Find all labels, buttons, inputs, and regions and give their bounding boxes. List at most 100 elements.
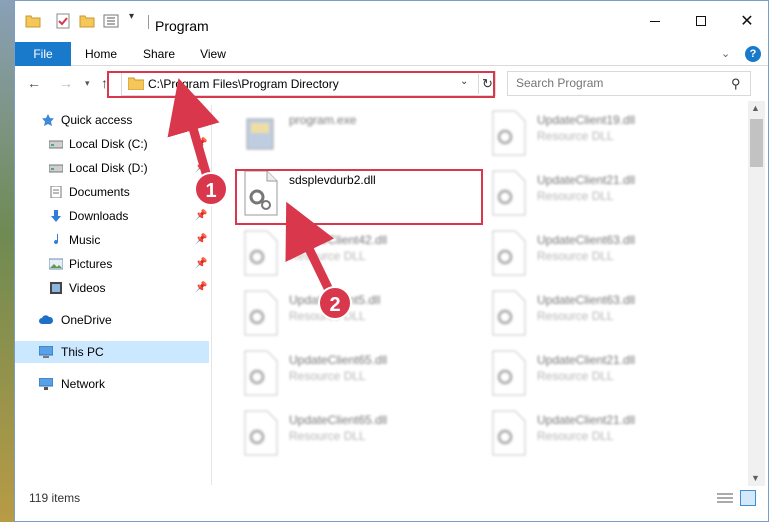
file-tile-updateclient21-dll-2[interactable]: UpdateClient21.dll Resource DLL	[483, 345, 723, 401]
file-tile-updateclient21-dll[interactable]: UpdateClient21.dll Resource DLL	[483, 165, 723, 221]
minimize-icon	[650, 20, 660, 22]
exe-file-icon	[246, 118, 274, 150]
address-bar-highlight	[107, 71, 495, 98]
title-separator	[148, 15, 149, 29]
sidebar-item-label: Pictures	[69, 257, 113, 271]
file-name: UpdateClient42.dll	[289, 233, 388, 247]
large-icons-view-icon[interactable]	[740, 490, 756, 506]
sidebar-item-documents[interactable]: Documents 📌	[15, 181, 209, 203]
dll-file-icon	[492, 230, 526, 276]
folder-icon[interactable]	[25, 13, 41, 29]
sidebar-item-label: OneDrive	[61, 313, 112, 327]
dll-file-icon	[244, 230, 278, 276]
close-icon: ✕	[740, 13, 754, 30]
search-box[interactable]: ⚲	[507, 71, 751, 96]
sidebar-item-onedrive[interactable]: OneDrive	[15, 309, 209, 331]
vertical-scrollbar[interactable]: ▲ ▼	[748, 101, 765, 486]
tab-view[interactable]: View	[191, 42, 235, 66]
file-tile-updateclient19-dll[interactable]: UpdateClient19.dll Resource DLL	[483, 105, 723, 161]
file-name: program.exe	[289, 113, 357, 127]
dll-file-icon	[492, 410, 526, 456]
scroll-down-icon[interactable]: ▼	[751, 473, 760, 483]
sidebar-item-label: Music	[69, 233, 101, 247]
properties-check-icon[interactable]	[55, 13, 71, 29]
file-tile-updateclient65-dll-2[interactable]: UpdateClient65.dll Resource DLL	[235, 405, 475, 461]
download-icon	[51, 210, 61, 222]
file-name: UpdateClient21.dll	[537, 173, 636, 187]
dll-file-icon	[244, 290, 278, 336]
sidebar-item-this-pc[interactable]: This PC	[15, 341, 209, 363]
computer-icon	[39, 346, 53, 358]
file-tile-updateclient63-dll[interactable]: UpdateClient63.dll Resource DLL	[483, 225, 723, 281]
file-description: Resource DLL	[289, 369, 366, 383]
file-description: Resource DLL	[537, 429, 614, 443]
file-description: Resource DLL	[537, 129, 614, 143]
sidebar-item-network[interactable]: Network	[15, 373, 209, 395]
pane-divider[interactable]	[211, 105, 212, 485]
sidebar-item-label: Downloads	[69, 209, 129, 223]
maximize-icon	[696, 16, 706, 26]
star-icon	[42, 114, 54, 126]
file-tile-updateclient42-dll[interactable]: UpdateClient42.dll Resource DLL	[235, 225, 475, 281]
maximize-button[interactable]	[678, 1, 724, 41]
sidebar-item-label: Documents	[69, 185, 130, 199]
step-1-badge: 1	[194, 172, 228, 206]
pin-icon: 📌	[195, 210, 208, 221]
view-options-icon[interactable]	[103, 13, 119, 29]
minimize-button[interactable]	[632, 1, 678, 41]
recent-locations-icon[interactable]: ▾	[85, 78, 90, 89]
file-description: Resource DLL	[537, 309, 614, 323]
file-name: UpdateClient21.dll	[537, 413, 636, 427]
dll-file-icon	[492, 170, 526, 216]
sidebar-item-pictures[interactable]: Pictures 📌	[15, 253, 209, 275]
back-arrow-icon[interactable]: ←	[27, 75, 41, 91]
search-icon[interactable]: ⚲	[731, 76, 741, 92]
search-input[interactable]	[516, 76, 716, 90]
dll-file-icon	[244, 410, 278, 456]
selected-file-highlight	[235, 169, 483, 225]
tab-home[interactable]: Home	[75, 42, 127, 66]
scroll-thumb[interactable]	[750, 119, 763, 167]
pictures-icon	[49, 258, 63, 270]
step-2-badge: 2	[318, 286, 352, 320]
help-icon[interactable]: ?	[745, 46, 761, 62]
videos-icon	[50, 282, 62, 294]
file-description: Resource DLL	[537, 369, 614, 383]
window-title: Program	[155, 18, 209, 34]
pin-icon: 📌	[195, 138, 208, 149]
sidebar-item-local-disk-c[interactable]: Local Disk (C:) 📌	[15, 133, 209, 155]
file-tile-updateclient21-dll-3[interactable]: UpdateClient21.dll Resource DLL	[483, 405, 723, 461]
file-name: UpdateClient65.dll	[289, 353, 388, 367]
sidebar-item-music[interactable]: Music 📌	[15, 229, 209, 251]
file-tile-updateclient63-dll-2[interactable]: UpdateClient63.dll Resource DLL	[483, 285, 723, 341]
ribbon-tabs: File Home Share View ⌄ ?	[15, 42, 768, 66]
music-icon	[54, 234, 59, 245]
file-name: UpdateClient63.dll	[537, 233, 636, 247]
file-list: program.exe sdsplevdurb2.dll UpdateClien…	[215, 101, 743, 486]
file-tile-program-exe[interactable]: program.exe	[235, 105, 475, 161]
file-name: UpdateClient63.dll	[537, 293, 636, 307]
dll-file-icon	[492, 290, 526, 336]
scroll-up-icon[interactable]: ▲	[751, 103, 760, 113]
file-tile-updateclient65-dll[interactable]: UpdateClient65.dll Resource DLL	[235, 345, 475, 401]
close-button[interactable]: ✕	[724, 1, 769, 41]
sidebar-item-local-disk-d[interactable]: Local Disk (D:) 📌	[15, 157, 209, 179]
forward-arrow-icon[interactable]: →	[59, 75, 73, 91]
sidebar-item-downloads[interactable]: Downloads 📌	[15, 205, 209, 227]
tab-file[interactable]: File	[15, 42, 71, 66]
drive-icon	[49, 164, 63, 173]
details-view-icon[interactable]	[717, 492, 733, 504]
customize-toolbar-dropdown-icon[interactable]: ▾	[129, 11, 134, 22]
file-tile-updateclient5-dll[interactable]: UpdateClient5.dll Resource DLL	[235, 285, 475, 341]
sidebar-item-quick-access[interactable]: Quick access	[15, 109, 209, 131]
sidebar-item-label: This PC	[61, 345, 104, 359]
file-name: UpdateClient19.dll	[537, 113, 636, 127]
new-folder-icon[interactable]	[79, 13, 95, 29]
sidebar-item-videos[interactable]: Videos 📌	[15, 277, 209, 299]
sidebar-item-label: Network	[61, 377, 106, 391]
tab-share[interactable]: Share	[137, 42, 181, 66]
expand-ribbon-icon[interactable]: ⌄	[721, 47, 730, 60]
file-description: Resource DLL	[289, 249, 366, 263]
sidebar-item-label: Videos	[69, 281, 106, 295]
sidebar-item-label: Local Disk (C:)	[69, 137, 148, 151]
